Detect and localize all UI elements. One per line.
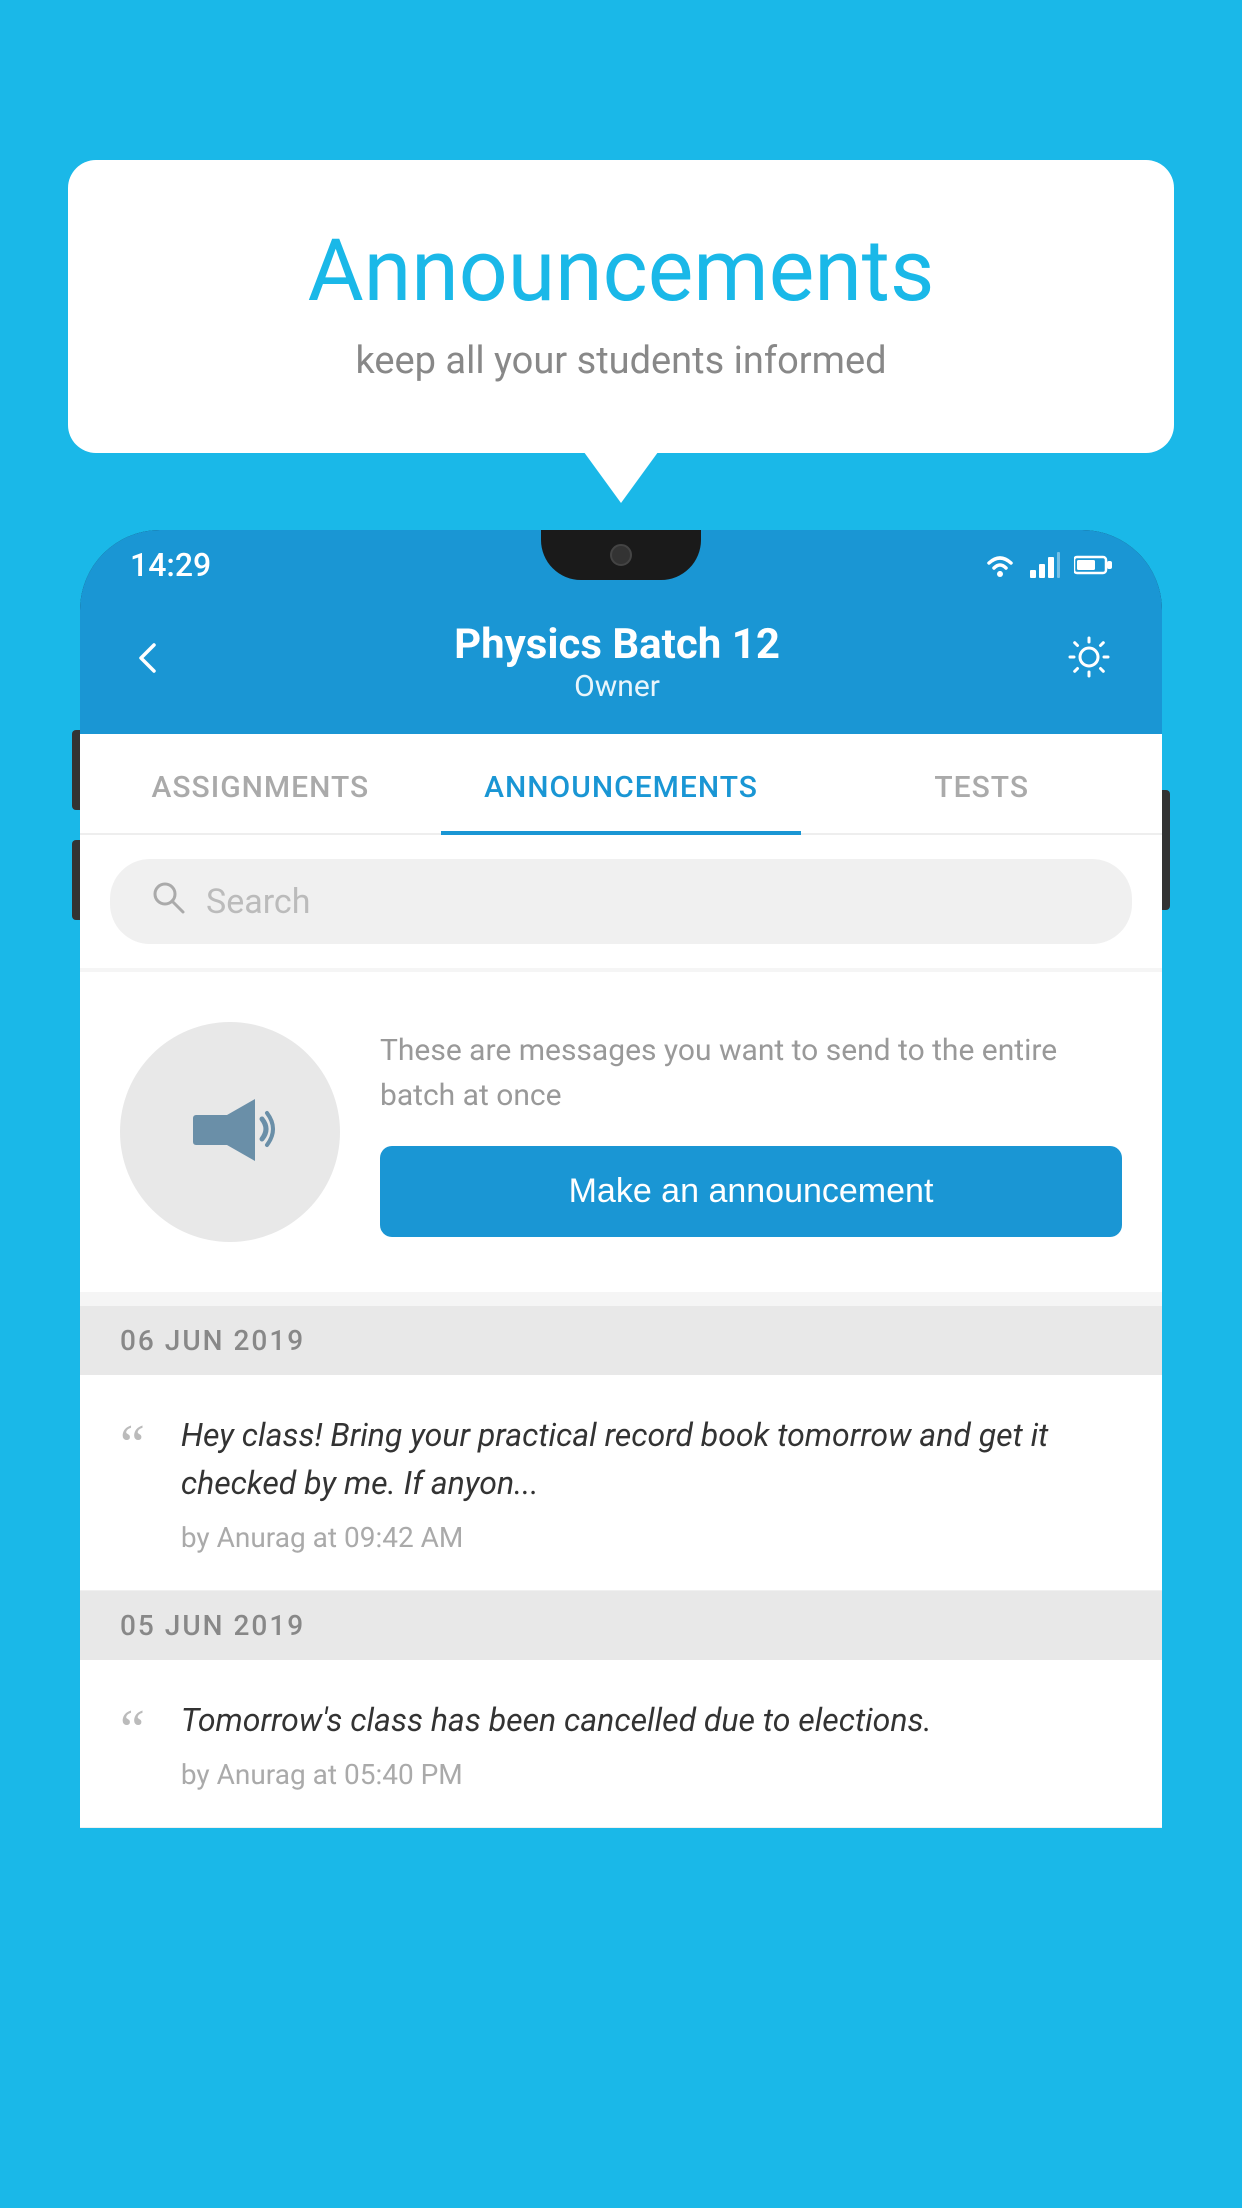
cta-right: These are messages you want to send to t… [380,1028,1122,1237]
app-header: Physics Batch 12 Owner [80,600,1162,734]
date-divider-1: 06 JUN 2019 [80,1306,1162,1375]
volume-down-button [72,840,80,920]
bubble-title: Announcements [148,220,1094,321]
tab-announcements[interactable]: ANNOUNCEMENTS [441,734,802,833]
announcement-text-2: Tomorrow's class has been cancelled due … [181,1696,1122,1744]
announcement-item-1[interactable]: “ Hey class! Bring your practical record… [80,1375,1162,1591]
announcement-item-2[interactable]: “ Tomorrow's class has been cancelled du… [80,1660,1162,1828]
search-icon [150,879,186,924]
announcement-meta-2: by Anurag at 05:40 PM [181,1758,1122,1791]
announcement-text-1: Hey class! Bring your practical record b… [181,1411,1122,1507]
header-title: Physics Batch 12 [454,620,780,669]
megaphone-icon [175,1077,285,1187]
search-placeholder: Search [206,882,310,922]
back-button[interactable] [130,636,168,688]
cta-section: These are messages you want to send to t… [80,972,1162,1292]
status-icons [984,551,1112,579]
header-subtitle: Owner [454,669,780,704]
tab-assignments[interactable]: ASSIGNMENTS [80,734,441,833]
announcement-meta-1: by Anurag at 09:42 AM [181,1521,1122,1554]
settings-button[interactable] [1066,634,1112,691]
status-bar: 14:29 [80,530,1162,600]
make-announcement-button[interactable]: Make an announcement [380,1146,1122,1237]
search-container: Search [80,835,1162,968]
bubble-subtitle: keep all your students informed [148,339,1094,383]
announcement-icon-circle [120,1022,340,1242]
tab-tests[interactable]: TESTS [801,734,1162,833]
signal-icon [1030,552,1060,578]
quote-icon-1: “ [120,1417,145,1473]
wifi-icon [984,551,1016,579]
announcement-content-1: Hey class! Bring your practical record b… [181,1411,1122,1554]
search-bar[interactable]: Search [110,859,1132,944]
phone-frame: 14:29 [80,530,1162,1828]
speech-bubble: Announcements keep all your students inf… [68,160,1174,453]
announcement-content-2: Tomorrow's class has been cancelled due … [181,1696,1122,1791]
app-content: Search These are me [80,835,1162,1828]
quote-icon-2: “ [120,1702,145,1758]
battery-icon [1074,554,1112,576]
cta-description: These are messages you want to send to t… [380,1028,1122,1118]
phone-wrapper: 14:29 [80,530,1162,2208]
notch [541,530,701,580]
tabs-bar: ASSIGNMENTS ANNOUNCEMENTS TESTS [80,734,1162,835]
speech-bubble-container: Announcements keep all your students inf… [68,160,1174,453]
header-title-block: Physics Batch 12 Owner [454,620,780,704]
volume-up-button [72,730,80,810]
date-divider-2: 05 JUN 2019 [80,1591,1162,1660]
power-button [1162,790,1170,910]
camera [610,544,632,566]
status-time: 14:29 [130,546,211,584]
